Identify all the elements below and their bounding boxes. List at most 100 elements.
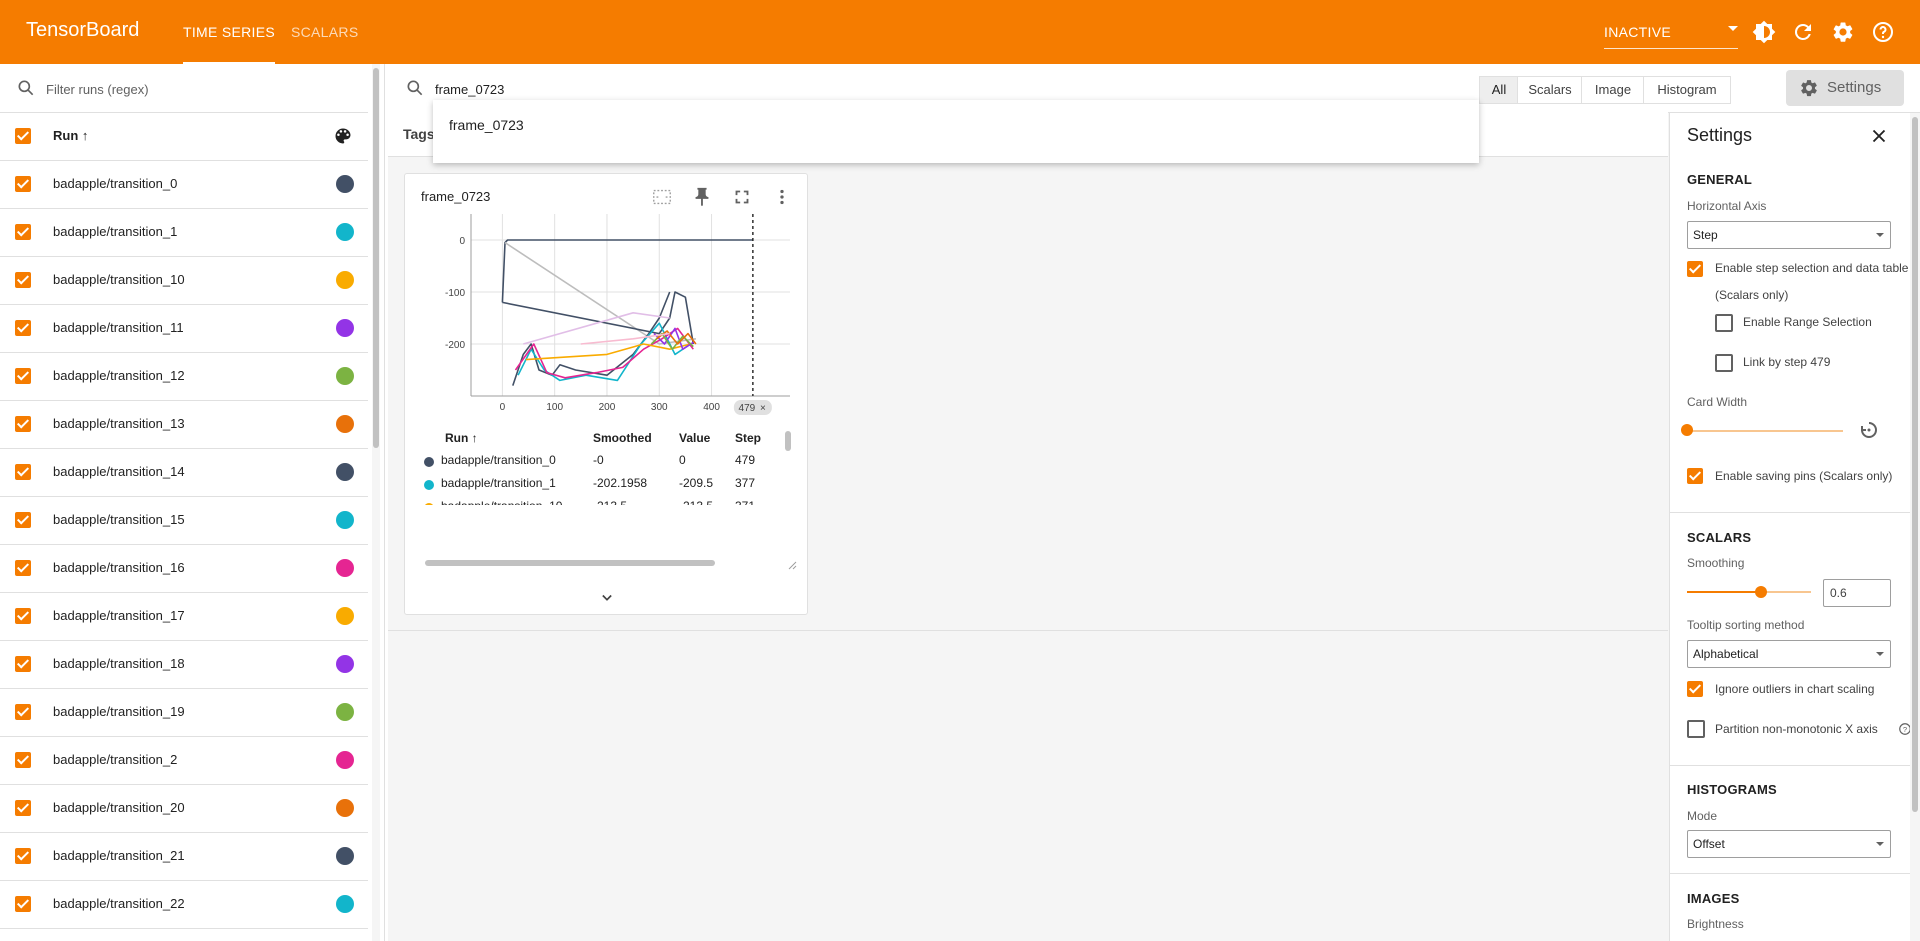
link-by-step-checkbox[interactable] [1715,354,1733,372]
run-color-swatch[interactable] [336,799,354,817]
help-icon[interactable] [1871,20,1895,44]
series-line [501,239,753,303]
run-checkbox[interactable] [15,800,31,816]
column-value[interactable]: Value [679,431,710,445]
tag-search-input[interactable] [433,78,1037,100]
run-color-swatch[interactable] [336,847,354,865]
run-row[interactable]: badapple/transition_11 [0,304,368,353]
run-color-swatch[interactable] [336,655,354,673]
app-title: TensorBoard [26,19,140,41]
select-all-checkbox[interactable] [15,128,31,144]
run-color-swatch[interactable] [336,895,354,913]
run-color-swatch[interactable] [336,415,354,433]
fullscreen-icon[interactable] [731,186,753,208]
saving-pins-checkbox[interactable] [1687,468,1703,484]
close-icon[interactable] [1868,125,1890,147]
run-color-swatch[interactable] [336,367,354,385]
sidebar-scroll-thumb[interactable] [373,68,379,448]
run-checkbox[interactable] [15,272,31,288]
run-checkbox[interactable] [15,704,31,720]
more-vert-icon[interactable] [771,186,793,208]
run-checkbox[interactable] [15,608,31,624]
settings-scroll-thumb[interactable] [1912,117,1918,812]
run-column-header[interactable]: Run ↑ [53,128,88,143]
run-color-swatch[interactable] [336,751,354,769]
tab-time-series[interactable]: TIME SERIES [183,0,275,64]
range-selection-checkbox[interactable] [1715,314,1733,332]
run-color-swatch[interactable] [336,271,354,289]
run-filter-input[interactable] [44,78,348,100]
card-width-slider-thumb[interactable] [1681,424,1693,436]
run-row[interactable]: badapple/transition_19 [0,688,368,737]
run-row[interactable]: badapple/transition_18 [0,640,368,689]
settings-scrollbar[interactable] [1910,113,1920,941]
run-row[interactable]: badapple/transition_13 [0,400,368,449]
run-color-swatch[interactable] [336,319,354,337]
run-checkbox[interactable] [15,752,31,768]
filter-histogram-button[interactable]: Histogram [1643,76,1731,104]
partition-checkbox[interactable] [1687,720,1705,738]
run-color-swatch[interactable] [336,175,354,193]
card-width-slider[interactable] [1687,430,1843,432]
table-scroll-thumb[interactable] [785,431,791,451]
run-row[interactable]: badapple/transition_21 [0,832,368,881]
resize-handle-icon[interactable] [787,560,797,570]
run-row[interactable]: badapple/transition_12 [0,352,368,401]
run-row[interactable]: badapple/transition_20 [0,784,368,833]
run-row[interactable]: badapple/transition_1 [0,208,368,257]
run-checkbox[interactable] [15,896,31,912]
run-color-swatch[interactable] [336,607,354,625]
palette-icon[interactable] [333,126,353,146]
run-row[interactable]: badapple/transition_2 [0,736,368,785]
smoothing-slider-thumb[interactable] [1755,586,1768,598]
run-row[interactable]: badapple/transition_15 [0,496,368,545]
tab-scalars[interactable]: SCALARS [291,0,358,64]
expand-more-icon[interactable] [597,588,617,608]
autocomplete-option[interactable]: frame_0723 [449,117,524,133]
run-checkbox[interactable] [15,320,31,336]
brightness-icon[interactable] [1752,20,1776,44]
run-row[interactable]: badapple/transition_22 [0,880,368,929]
run-checkbox[interactable] [15,848,31,864]
run-checkbox[interactable] [15,464,31,480]
table-horizontal-scrollbar[interactable] [425,560,715,566]
run-color-swatch[interactable] [336,559,354,577]
fit-domain-icon[interactable] [651,186,673,208]
column-step[interactable]: Step [735,431,761,445]
run-color-swatch[interactable] [336,463,354,481]
sidebar-scrollbar[interactable] [372,64,380,941]
reset-icon[interactable] [1857,418,1881,442]
filter-scalars-button[interactable]: Scalars [1517,76,1583,104]
histogram-mode-select[interactable]: Offset [1687,830,1891,858]
column-smoothed[interactable]: Smoothed [593,431,652,445]
run-checkbox[interactable] [15,512,31,528]
filter-all-button[interactable]: All [1479,76,1519,104]
ignore-outliers-checkbox[interactable] [1687,681,1703,697]
run-checkbox[interactable] [15,416,31,432]
settings-toggle-button[interactable]: Settings [1786,70,1904,106]
column-run[interactable]: Run ↑ [445,431,478,445]
line-chart[interactable]: 0 100 200 300 400 0 -100 -200 479 × [405,214,807,424]
run-row[interactable]: badapple/transition_14 [0,448,368,497]
run-row[interactable]: badapple/transition_16 [0,544,368,593]
step-selection-checkbox[interactable] [1687,261,1703,277]
run-checkbox[interactable] [15,368,31,384]
run-row[interactable]: badapple/transition_10 [0,256,368,305]
run-checkbox[interactable] [15,656,31,672]
refresh-icon[interactable] [1791,20,1815,44]
filter-image-button[interactable]: Image [1581,76,1645,104]
run-color-swatch[interactable] [336,223,354,241]
tooltip-sorting-select[interactable]: Alphabetical [1687,640,1891,668]
run-color-swatch[interactable] [336,511,354,529]
run-row[interactable]: badapple/transition_17 [0,592,368,641]
run-color-swatch[interactable] [336,703,354,721]
run-checkbox[interactable] [15,560,31,576]
run-checkbox[interactable] [15,176,31,192]
horizontal-axis-select[interactable]: Step [1687,221,1891,249]
status-select[interactable]: INACTIVE [1604,14,1738,49]
settings-icon[interactable] [1831,20,1855,44]
run-row[interactable]: badapple/transition_0 [0,160,368,209]
pin-icon[interactable] [691,186,713,208]
run-checkbox[interactable] [15,224,31,240]
smoothing-input[interactable]: 0.6 [1823,579,1891,607]
